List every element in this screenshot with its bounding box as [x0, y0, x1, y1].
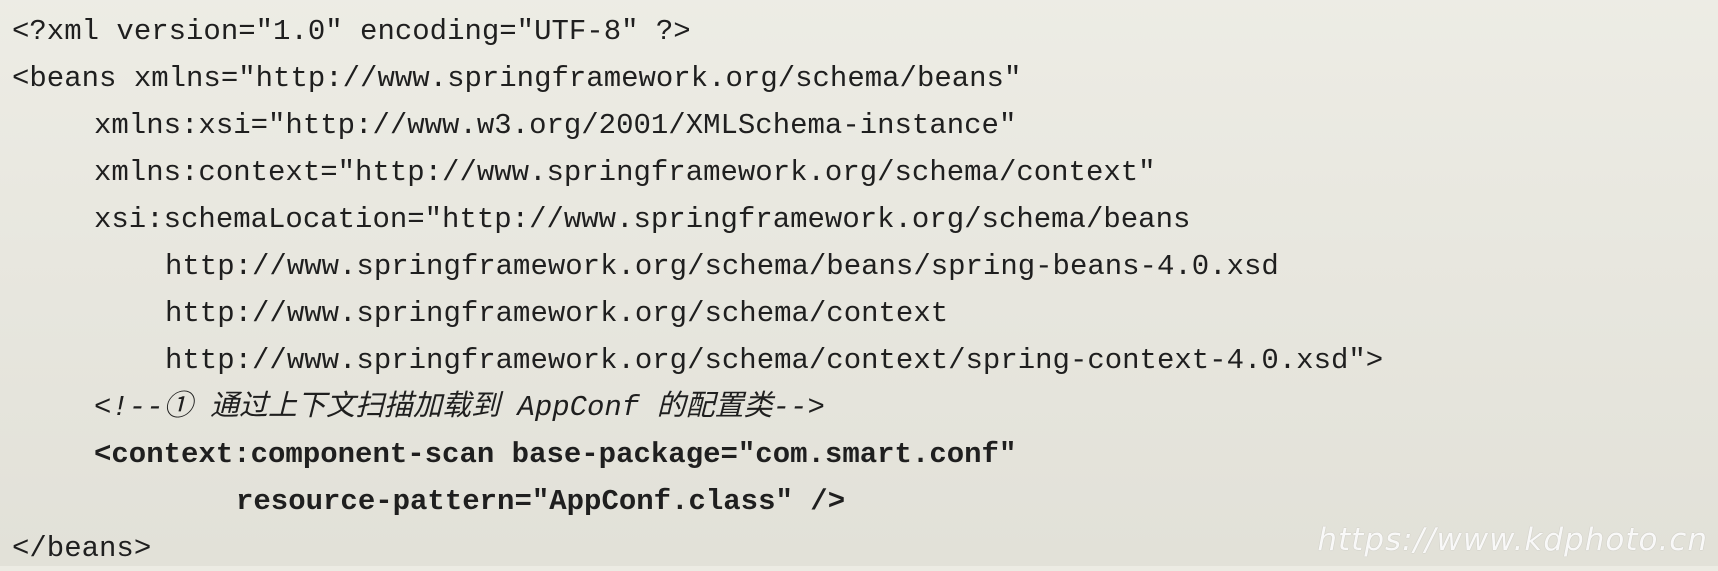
- watermark-text: https://www.kdphoto.cn: [1317, 522, 1708, 558]
- xml-code-block: <?xml version="1.0" encoding="UTF-8" ?> …: [12, 10, 1692, 565]
- code-line-context-schema: http://www.springframework.org/schema/co…: [165, 297, 949, 330]
- code-line-beans-xsd: http://www.springframework.org/schema/be…: [165, 250, 1279, 283]
- code-line-xml-declaration: <?xml version="1.0" encoding="UTF-8" ?>: [12, 15, 691, 48]
- document-page: <?xml version="1.0" encoding="UTF-8" ?> …: [0, 0, 1718, 566]
- code-line-resource-pattern: resource-pattern="AppConf.class" />: [236, 485, 846, 518]
- code-line-schema-location: xsi:schemaLocation="http://www.springfra…: [94, 203, 1191, 236]
- code-line-context-xsd: http://www.springframework.org/schema/co…: [165, 344, 1384, 377]
- code-line-beans-close: </beans>: [12, 532, 152, 565]
- code-line-beans-open: <beans xmlns="http://www.springframework…: [12, 62, 1022, 95]
- code-line-xmlns-context: xmlns:context="http://www.springframewor…: [94, 156, 1156, 189]
- code-line-component-scan: <context:component-scan base-package="co…: [94, 438, 1017, 471]
- code-line-xmlns-xsi: xmlns:xsi="http://www.w3.org/2001/XMLSch…: [94, 109, 1017, 142]
- code-line-comment: <!--① 通过上下文扫描加载到 AppConf 的配置类-->: [94, 391, 825, 424]
